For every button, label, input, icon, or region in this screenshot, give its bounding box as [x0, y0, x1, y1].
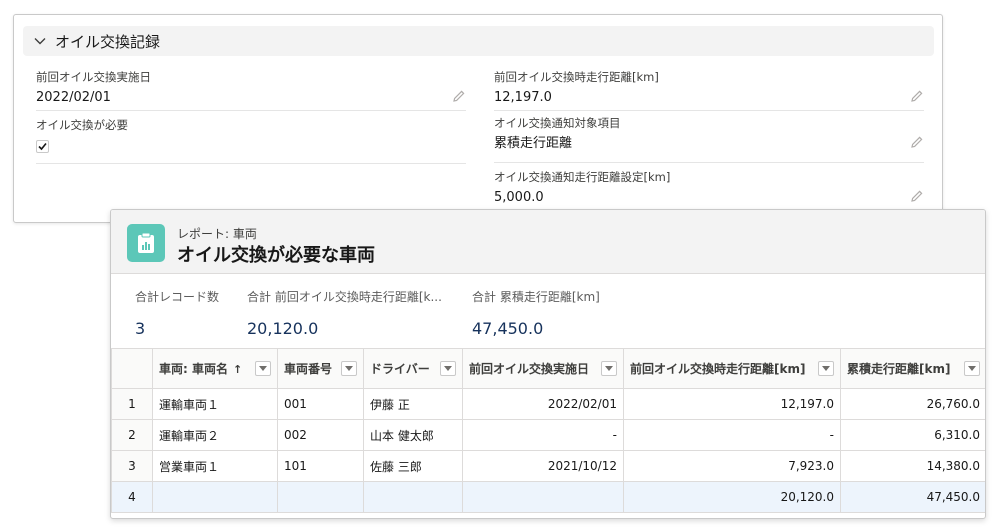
- driver-link[interactable]: 伊藤 正: [363, 388, 463, 420]
- column-header-last-oil-change-date[interactable]: 前回オイル交換実施日: [462, 348, 624, 389]
- field-value: 累積走行距離: [494, 136, 573, 151]
- vehicle-name-link[interactable]: 運輸車両１: [152, 388, 278, 420]
- vehicle-number-cell: 001: [277, 388, 364, 420]
- field-value: 5,000.0: [494, 190, 544, 205]
- row-number: 4: [111, 481, 153, 513]
- chevron-down-icon[interactable]: [818, 361, 834, 376]
- total-mileage-cell: 6,310.0: [840, 419, 985, 451]
- total-mileage-sum: 20,120.0: [623, 481, 841, 513]
- column-header-driver[interactable]: ドライバー: [363, 348, 463, 389]
- empty-cell: [462, 481, 624, 513]
- table-total-row: 4 20,120.0 47,450.0: [111, 481, 985, 513]
- vehicle-number-cell: 002: [277, 419, 364, 451]
- column-header-vehicle-number[interactable]: 車両番号: [277, 348, 364, 389]
- table-row: 2 運輸車両２ 002 山本 健太郎 - - 6,310.0: [111, 419, 985, 451]
- summary-label: 合計 前回オイル交換時走行距離[k...: [247, 290, 442, 304]
- chevron-down-icon[interactable]: [34, 35, 46, 47]
- section-title: オイル交換記録: [55, 32, 161, 51]
- date-cell: 2022/02/01: [462, 388, 624, 420]
- table-row: 1 運輸車両１ 001 伊藤 正 2022/02/01 12,197.0 26,…: [111, 388, 985, 420]
- field-oil-change-needed: オイル交換が必要: [36, 117, 466, 164]
- summary-label: 合計 累積走行距離[km]: [472, 290, 600, 304]
- pencil-icon[interactable]: [452, 89, 466, 103]
- report-card: レポート: 車両 オイル交換が必要な車両 合計レコード数 3 合計 前回オイル交…: [110, 209, 986, 519]
- column-header-rownum: [111, 348, 153, 389]
- row-number: 1: [111, 388, 153, 420]
- vehicle-name-link[interactable]: 運輸車両２: [152, 419, 278, 451]
- pencil-icon[interactable]: [910, 89, 924, 103]
- checkmark-icon: [38, 142, 47, 151]
- total-mileage-cell: 26,760.0: [840, 388, 985, 420]
- empty-cell: [152, 481, 278, 513]
- column-header-vehicle-name[interactable]: 車両: 車両名 ↑: [152, 348, 278, 389]
- sort-ascending-icon[interactable]: ↑: [233, 363, 242, 376]
- row-number: 3: [111, 450, 153, 482]
- field-label: 前回オイル交換実施日: [36, 70, 151, 84]
- summary-total-mileage: 合計 累積走行距離[km] 47,450.0: [472, 288, 600, 338]
- report-clipboard-icon: [127, 224, 165, 262]
- total-cumulative-sum: 47,450.0: [840, 481, 985, 513]
- empty-cell: [277, 481, 364, 513]
- field-last-oil-change-date: 前回オイル交換実施日 2022/02/01: [36, 69, 466, 111]
- chevron-down-icon[interactable]: [601, 361, 617, 376]
- oil-change-needed-checkbox: [36, 140, 49, 153]
- mileage-cell: -: [623, 419, 841, 451]
- mileage-cell: 7,923.0: [623, 450, 841, 482]
- date-cell: -: [462, 419, 624, 451]
- date-cell: 2021/10/12: [462, 450, 624, 482]
- table-row: 3 営業車両１ 101 佐藤 三郎 2021/10/12 7,923.0 14,…: [111, 450, 985, 482]
- report-title: オイル交換が必要な車両: [177, 245, 375, 266]
- field-label: 前回オイル交換時走行距離[km]: [494, 70, 659, 84]
- pencil-icon[interactable]: [910, 189, 924, 203]
- field-label: オイル交換が必要: [36, 118, 128, 132]
- section-header[interactable]: オイル交換記録: [23, 26, 934, 56]
- report-subtitle: レポート: 車両: [177, 227, 257, 241]
- field-label: オイル交換通知対象項目: [494, 116, 621, 130]
- report-header: レポート: 車両 オイル交換が必要な車両: [111, 210, 985, 274]
- field-value: 12,197.0: [494, 90, 552, 105]
- summary-label: 合計レコード数: [135, 290, 220, 304]
- column-header-last-oil-change-mileage[interactable]: 前回オイル交換時走行距離[km]: [623, 348, 841, 389]
- table-header-row: 車両: 車両名 ↑ 車両番号 ドライバー 前回オイル交換実施日 前回オイル交換時…: [111, 348, 985, 389]
- field-last-oil-change-mileage: 前回オイル交換時走行距離[km] 12,197.0: [494, 69, 924, 111]
- chevron-down-icon[interactable]: [964, 361, 980, 376]
- summary-value: 47,450.0: [472, 319, 544, 338]
- summary-value: 3: [135, 319, 146, 338]
- oil-change-record-card: オイル交換記録 前回オイル交換実施日 2022/02/01 オイル交換が必要 前…: [13, 14, 943, 223]
- field-value: 2022/02/01: [36, 90, 111, 105]
- field-notify-distance: オイル交換通知走行距離設定[km] 5,000.0: [494, 169, 924, 209]
- pencil-icon[interactable]: [910, 135, 924, 149]
- total-mileage-cell: 14,380.0: [840, 450, 985, 482]
- field-notify-target: オイル交換通知対象項目 累積走行距離: [494, 115, 924, 163]
- vehicle-number-cell: 101: [277, 450, 364, 482]
- mileage-cell: 12,197.0: [623, 388, 841, 420]
- chevron-down-icon[interactable]: [341, 361, 357, 376]
- summary-value: 20,120.0: [247, 319, 319, 338]
- column-header-total-mileage[interactable]: 累積走行距離[km]: [840, 348, 985, 389]
- field-label: オイル交換通知走行距離設定[km]: [494, 170, 671, 184]
- driver-link[interactable]: 佐藤 三郎: [363, 450, 463, 482]
- summary-record-count: 合計レコード数 3: [135, 288, 219, 338]
- chevron-down-icon[interactable]: [440, 361, 456, 376]
- vehicle-name-link[interactable]: 営業車両１: [152, 450, 278, 482]
- report-table: 車両: 車両名 ↑ 車両番号 ドライバー 前回オイル交換実施日 前回オイル交換時…: [111, 348, 985, 513]
- summary-mileage: 合計 前回オイル交換時走行距離[k... 20,120.0: [247, 288, 442, 338]
- row-number: 2: [111, 419, 153, 451]
- driver-link[interactable]: 山本 健太郎: [363, 419, 463, 451]
- empty-cell: [363, 481, 463, 513]
- chevron-down-icon[interactable]: [255, 361, 271, 376]
